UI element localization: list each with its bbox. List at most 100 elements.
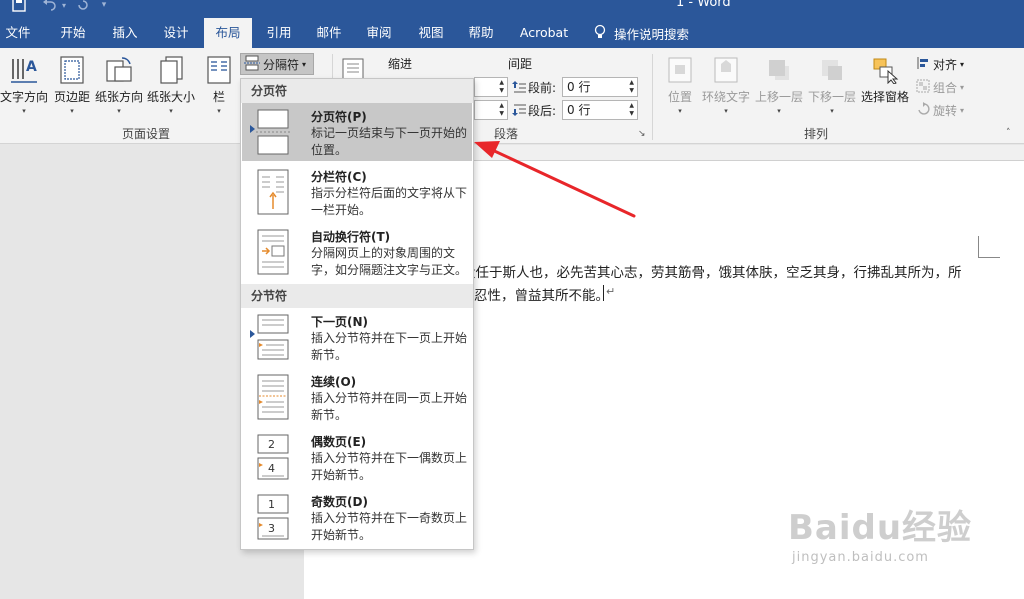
tab-file[interactable]: 文件 bbox=[0, 18, 36, 48]
paragraph-mark-icon: ↵ bbox=[606, 285, 616, 298]
menu-item-desc: 插入分节符并在同一页上开始新节。 bbox=[311, 391, 468, 422]
chevron-down-icon: ▾ bbox=[22, 107, 26, 115]
send-backward-button[interactable]: 下移一层 ▾ bbox=[806, 54, 858, 115]
rotate-label: 旋转 bbox=[933, 104, 958, 118]
bring-forward-label: 上移一层 bbox=[754, 90, 803, 104]
chevron-down-icon: ▾ bbox=[777, 107, 781, 115]
columns-button[interactable]: 栏 ▾ bbox=[204, 54, 234, 115]
orientation-button[interactable]: 纸张方向 ▾ bbox=[94, 54, 144, 115]
continuous-break-icon bbox=[257, 374, 289, 420]
menu-item-title: 分栏符(C) bbox=[311, 170, 367, 184]
indent-left-spinner[interactable]: ▲ ▼ bbox=[474, 77, 508, 97]
chevron-down-icon: ▾ bbox=[724, 107, 728, 115]
next-page-break-icon bbox=[257, 314, 289, 360]
menu-item-title: 自动换行符(T) bbox=[311, 230, 391, 244]
spacing-label: 间距 bbox=[508, 57, 533, 71]
wrap-text-button[interactable]: 环绕文字 ▾ bbox=[700, 54, 752, 115]
spacing-before-label: 段前: bbox=[528, 81, 557, 95]
spacing-after-icon bbox=[512, 103, 526, 120]
rotate-icon bbox=[916, 102, 930, 119]
tab-view[interactable]: 视图 bbox=[410, 18, 452, 48]
menu-item-continuous[interactable]: 连续(O) 插入分节符并在同一页上开始新节。 bbox=[242, 368, 472, 426]
text-direction-icon: A bbox=[9, 54, 39, 86]
page-setup-group-label: 页面设置 bbox=[122, 127, 171, 141]
bring-forward-button[interactable]: 上移一层 ▾ bbox=[754, 54, 804, 115]
columns-icon bbox=[204, 54, 234, 86]
tab-help[interactable]: 帮助 bbox=[460, 18, 502, 48]
chevron-down-icon: ▾ bbox=[302, 59, 307, 69]
menu-item-next-page[interactable]: 下一页(N) 插入分节符并在下一页上开始新节。 bbox=[242, 308, 472, 366]
menu-item-page-break[interactable]: 分页符(P) 标记一页结束与下一页开始的位置。 bbox=[242, 103, 472, 161]
paper-size-icon bbox=[156, 54, 186, 86]
menu-item-desc: 插入分节符并在下一偶数页上开始新节。 bbox=[311, 451, 468, 482]
undo-icon[interactable] bbox=[38, 0, 60, 14]
breaks-icon bbox=[244, 55, 260, 74]
tell-me-search[interactable]: 操作说明搜索 bbox=[594, 18, 689, 48]
send-backward-icon bbox=[817, 54, 847, 86]
undo-dropdown-icon[interactable]: ▾ bbox=[58, 0, 70, 14]
window-title: 1 - Word bbox=[676, 0, 731, 10]
paragraph-dialog-launcher-icon[interactable]: ↘ bbox=[638, 129, 646, 139]
menu-item-title: 分页符(P) bbox=[311, 110, 367, 124]
orientation-label: 纸张方向 bbox=[94, 90, 143, 104]
size-label: 纸张大小 bbox=[146, 90, 195, 104]
tab-insert[interactable]: 插入 bbox=[104, 18, 146, 48]
redo-icon[interactable] bbox=[72, 0, 94, 14]
customize-toolbar-icon[interactable]: ▾ bbox=[98, 0, 110, 14]
ribbon-tabs: 文件 开始 插入 设计 布局 引用 邮件 审阅 视图 帮助 Acrobat 操作… bbox=[0, 18, 1024, 48]
menu-item-column-break[interactable]: 分栏符(C) 指示分栏符后面的文字将从下一栏开始。 bbox=[242, 163, 472, 221]
spacing-before-input[interactable]: 0 行 ▲ ▼ bbox=[562, 77, 638, 97]
menu-item-desc: 插入分节符并在下一页上开始新节。 bbox=[311, 331, 468, 362]
chevron-down-icon: ▾ bbox=[678, 107, 682, 115]
wrap-text-icon bbox=[711, 54, 741, 86]
chevron-down-icon: ▾ bbox=[960, 60, 965, 69]
section-breaks-header: 分节符 bbox=[241, 284, 473, 308]
collapse-ribbon-icon[interactable]: ˄ bbox=[1006, 128, 1011, 138]
tab-review[interactable]: 审阅 bbox=[358, 18, 400, 48]
page-breaks-header: 分页符 bbox=[241, 79, 473, 103]
align-icon bbox=[916, 56, 930, 73]
tell-me-label: 操作说明搜索 bbox=[614, 26, 690, 42]
position-button[interactable]: 位置 ▾ bbox=[660, 54, 700, 115]
rotate-button[interactable]: 旋转 ▾ bbox=[916, 102, 964, 119]
even-page-break-icon: 24 bbox=[257, 434, 289, 480]
menu-item-odd-page[interactable]: 13 奇数页(D) 插入分节符并在下一奇数页上开始新节。 bbox=[242, 488, 472, 546]
text-direction-button[interactable]: A 文字方向 ▾ bbox=[0, 54, 48, 115]
spacing-after-input[interactable]: 0 行 ▲ ▼ bbox=[562, 100, 638, 120]
page-break-icon bbox=[256, 109, 290, 155]
spacing-before-value: 0 行 bbox=[567, 80, 591, 94]
breaks-label: 分隔符 bbox=[263, 57, 300, 72]
tab-references[interactable]: 引用 bbox=[258, 18, 300, 48]
group-objects-button[interactable]: 组合 ▾ bbox=[916, 79, 964, 96]
menu-item-text-wrapping-break[interactable]: 自动换行符(T) 分隔网页上的对象周围的文字，如分隔题注文字与正文。 bbox=[242, 223, 472, 281]
document-text-line[interactable]: 忍性，曾益其所不能。 bbox=[474, 284, 609, 304]
selection-pane-label: 选择窗格 bbox=[860, 90, 909, 104]
tab-design[interactable]: 设计 bbox=[155, 18, 197, 48]
tab-mailings[interactable]: 邮件 bbox=[308, 18, 350, 48]
group-objects-icon bbox=[916, 79, 930, 96]
selection-pane-button[interactable]: 选择窗格 bbox=[860, 54, 910, 105]
menu-item-even-page[interactable]: 24 偶数页(E) 插入分节符并在下一偶数页上开始新节。 bbox=[242, 428, 472, 486]
breaks-button[interactable]: 分隔符 ▾ bbox=[240, 53, 314, 75]
margins-icon bbox=[57, 54, 87, 86]
svg-text:4: 4 bbox=[268, 462, 275, 475]
odd-page-break-icon: 13 bbox=[257, 494, 289, 540]
wrap-text-label: 环绕文字 bbox=[701, 90, 750, 104]
svg-text:1: 1 bbox=[268, 498, 275, 511]
indent-right-spinner[interactable]: ▲ ▼ bbox=[474, 100, 508, 120]
margins-button[interactable]: 页边距 ▾ bbox=[52, 54, 92, 115]
align-button[interactable]: 对齐 ▾ bbox=[916, 56, 964, 73]
tab-home[interactable]: 开始 bbox=[52, 18, 94, 48]
spacing-before-icon bbox=[512, 80, 526, 97]
save-icon[interactable] bbox=[8, 0, 30, 14]
send-backward-label: 下移一层 bbox=[807, 90, 856, 104]
document-text-line[interactable]: 大任于斯人也，必先苦其心志，劳其筋骨，饿其体肤，空乏其身，行拂乱其所为，所 bbox=[462, 261, 962, 281]
selection-pane-icon bbox=[870, 54, 900, 86]
chevron-down-icon: ▾ bbox=[117, 107, 121, 115]
margin-corner-mark bbox=[978, 236, 1000, 258]
size-button[interactable]: 纸张大小 ▾ bbox=[146, 54, 196, 115]
tab-acrobat[interactable]: Acrobat bbox=[514, 18, 574, 48]
tab-layout[interactable]: 布局 bbox=[204, 18, 252, 48]
arrange-group-label: 排列 bbox=[804, 127, 829, 141]
watermark-url: jingyan.baidu.com bbox=[792, 550, 929, 565]
